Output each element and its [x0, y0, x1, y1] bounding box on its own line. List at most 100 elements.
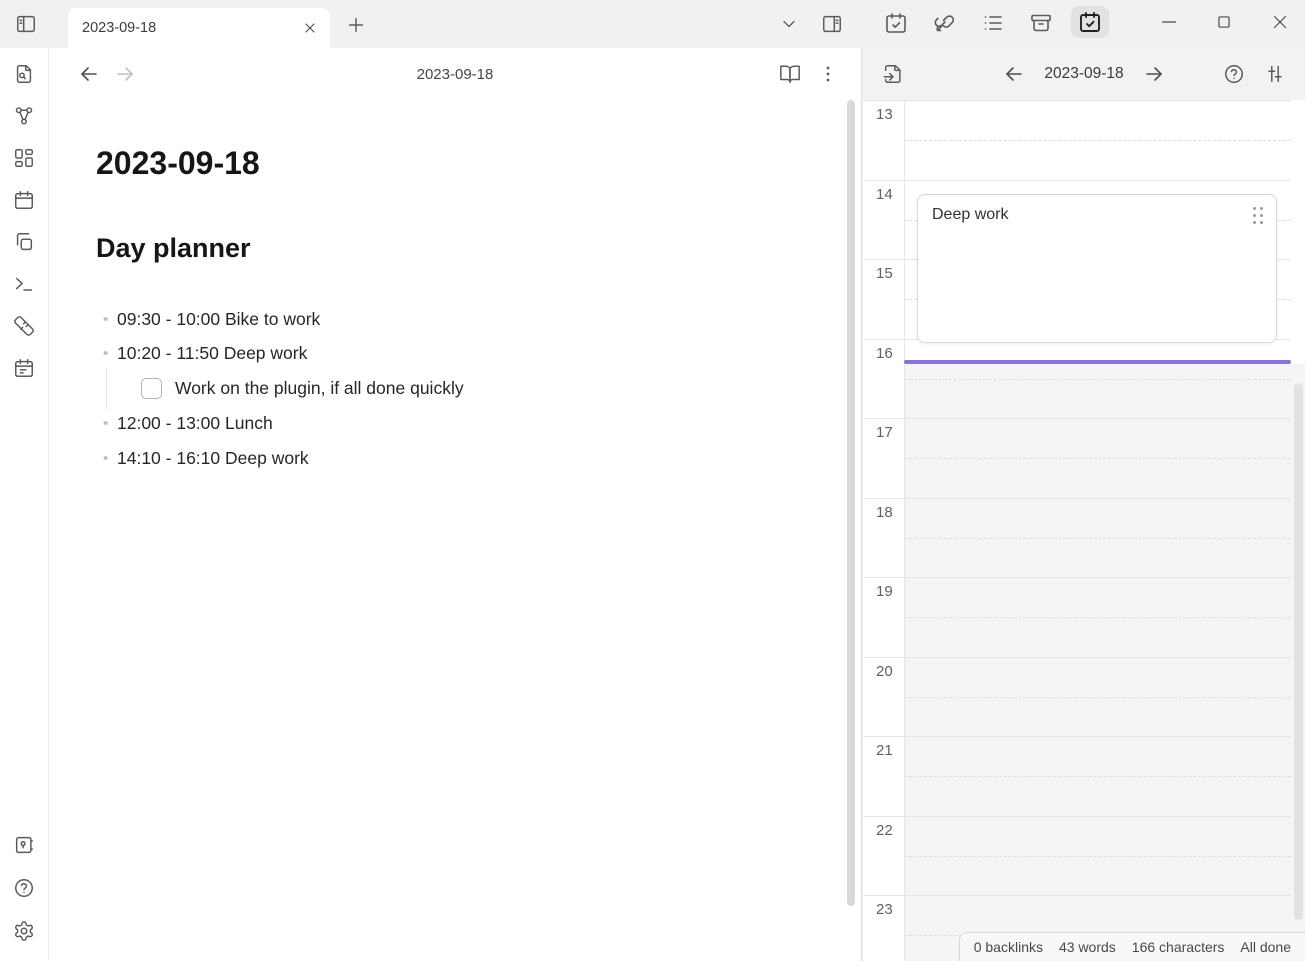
hour-label: 16	[876, 344, 893, 362]
sidebar-tab-archive[interactable]	[1025, 8, 1057, 38]
close-icon	[305, 23, 315, 33]
bullet-icon: •	[103, 449, 109, 467]
list-item-text: 14:10 - 16:10 Deep work	[117, 447, 309, 468]
character-count: 166 characters	[1131, 939, 1225, 955]
arrow-left-icon	[1006, 67, 1023, 81]
close-window-button[interactable]	[1265, 7, 1295, 37]
calendar-check-icon	[886, 13, 906, 33]
planner-list: • 09:30 - 10:00 Bike to work • 10:20 - 11:5…	[96, 302, 801, 476]
sidebar-tab-calendar-check[interactable]	[880, 8, 912, 38]
daily-note-button[interactable]	[10, 186, 38, 214]
ribbon-top-group	[10, 60, 38, 382]
hour-label: 13	[876, 106, 893, 123]
gear-icon	[15, 921, 33, 941]
sidebar-tab-day-planner-active[interactable]	[1071, 6, 1109, 38]
list-item-text: 09:30 - 10:00 Bike to work	[117, 308, 321, 329]
right-sidebar-toggle-button[interactable]	[817, 9, 847, 39]
reading-mode-button[interactable]	[777, 61, 803, 87]
panel-right-icon	[823, 15, 841, 33]
status-bar: 0 backlinks 43 words 166 characters All don…	[958, 932, 1305, 961]
calendar-check-icon	[1080, 12, 1100, 32]
copy-icon	[16, 233, 33, 251]
note-heading-2: Day planner	[96, 233, 251, 264]
editor-header: 2023-09-18	[49, 48, 861, 100]
hour-label: 20	[876, 662, 893, 680]
event-title: Deep work	[932, 205, 1009, 223]
tab-list-button[interactable]	[776, 11, 802, 37]
tab-note[interactable]: 2023-09-18	[68, 8, 330, 48]
hour-label: 14	[876, 185, 893, 203]
hour-row[interactable]: 18	[863, 497, 1291, 578]
graph-view-button[interactable]	[10, 102, 38, 130]
more-options-button[interactable]	[815, 61, 841, 87]
ruler-icon	[14, 316, 34, 336]
left-sidebar-toggle-button[interactable]	[11, 9, 41, 39]
close-icon	[1273, 15, 1287, 29]
timeline-header: 2023-09-18	[863, 48, 1305, 100]
panel-left-icon	[17, 15, 35, 33]
plus-icon	[348, 17, 364, 33]
editor-scrollbar[interactable]	[847, 100, 855, 906]
now-indicator-line	[904, 359, 1291, 364]
list-item[interactable]: • 10:20 - 11:50 Deep work	[96, 337, 801, 372]
list-item[interactable]: • 09:30 - 10:00 Bike to work	[96, 302, 801, 337]
settings-button[interactable]	[10, 917, 38, 945]
bullet-icon: •	[103, 415, 109, 433]
task-item[interactable]: Work on the plugin, if all done quickly	[96, 368, 801, 410]
chevron-down-icon	[783, 20, 795, 28]
task-checkbox[interactable]	[141, 378, 162, 400]
maximize-button[interactable]	[1209, 7, 1239, 37]
event-drag-handle-icon[interactable]	[1253, 206, 1265, 226]
archive-icon	[1031, 14, 1051, 32]
task-item-text: Work on the plugin, if all done quickly	[175, 378, 464, 399]
note-heading-1: 2023-09-18	[96, 145, 260, 181]
new-tab-button[interactable]	[343, 12, 369, 38]
list-item[interactable]: • 14:10 - 16:10 Deep work	[96, 441, 801, 476]
next-day-button[interactable]	[1141, 61, 1167, 87]
day-planner-button[interactable]	[10, 354, 38, 382]
hour-label: 19	[876, 583, 893, 600]
list-item[interactable]: • 12:00 - 13:00 Lunch	[96, 406, 801, 441]
hour-label: 23	[876, 901, 893, 918]
bullet-icon: •	[103, 345, 109, 363]
terminal-button[interactable]	[10, 270, 38, 298]
hour-row[interactable]: 21	[863, 736, 1291, 816]
help-icon	[15, 879, 33, 897]
sidebar-tab-outline[interactable]	[977, 8, 1009, 38]
help-button[interactable]	[10, 874, 38, 902]
timeline-help-button[interactable]	[1222, 62, 1246, 86]
sliders-icon	[1268, 65, 1282, 83]
timeline-date: 2023-09-18	[1044, 65, 1124, 82]
quick-switcher-button[interactable]	[10, 60, 38, 88]
note-content[interactable]: 2023-09-18 Day planner • 09:30 - 10:00 Bi…	[96, 100, 801, 961]
hour-row[interactable]: 22	[863, 815, 1291, 896]
measure-button[interactable]	[10, 312, 38, 340]
minimize-icon	[1161, 21, 1177, 23]
vault-icon	[15, 836, 33, 854]
timeline-scrollbar[interactable]	[1294, 383, 1303, 920]
hour-row[interactable]: 17	[863, 418, 1291, 498]
maximize-icon	[1218, 16, 1230, 28]
vault-switcher-button[interactable]	[10, 831, 38, 859]
terminal-icon	[15, 277, 33, 291]
help-circle-icon	[1225, 65, 1243, 83]
hour-row[interactable]: 20	[863, 656, 1291, 737]
minimize-button[interactable]	[1154, 7, 1184, 37]
previous-day-button[interactable]	[1001, 61, 1027, 87]
timeline-settings-button[interactable]	[1263, 62, 1287, 86]
list-icon	[984, 16, 1002, 30]
hour-label: 21	[876, 742, 893, 759]
layout-dashboard-icon	[15, 149, 33, 167]
book-open-icon	[780, 65, 800, 83]
hour-label: 18	[876, 503, 893, 521]
timeline-event[interactable]: Deep work	[917, 193, 1277, 343]
tab-close-button[interactable]	[298, 16, 322, 40]
hour-row[interactable]: 13	[863, 100, 1291, 180]
sidebar-tab-backlinks[interactable]	[928, 8, 960, 38]
ribbon	[0, 48, 49, 961]
canvas-button[interactable]	[10, 144, 38, 172]
hour-row[interactable]: 16	[863, 338, 1291, 419]
titlebar: 2023-09-18	[0, 0, 1305, 48]
copy-button[interactable]	[10, 228, 38, 256]
hour-row[interactable]: 19	[863, 577, 1291, 657]
